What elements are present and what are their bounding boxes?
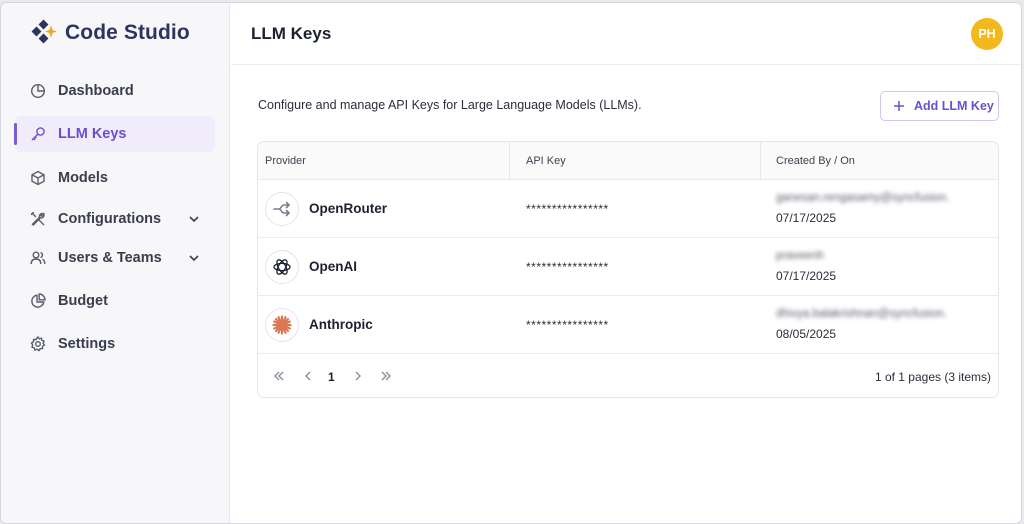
prev-page-button[interactable] xyxy=(298,366,318,386)
last-page-button[interactable] xyxy=(376,366,396,386)
app-name: Code Studio xyxy=(65,21,190,44)
created-on: 07/17/2025 xyxy=(776,211,837,225)
provider-name: Anthropic xyxy=(309,317,373,332)
next-page-button[interactable] xyxy=(348,366,368,386)
pager: 1 1 of 1 pages (3 items) xyxy=(258,354,998,397)
openrouter-icon xyxy=(265,192,299,226)
dashboard-icon xyxy=(30,83,46,99)
app-window: Code Studio Dashboard LLM Keys Models Co… xyxy=(0,2,1022,524)
sidebar-item-users-teams[interactable]: Users & Teams xyxy=(15,240,215,276)
openai-icon xyxy=(265,250,299,284)
gear-icon xyxy=(30,336,46,352)
key-icon xyxy=(30,126,46,142)
column-header-api-key[interactable]: API Key xyxy=(526,142,566,180)
chevron-down-icon xyxy=(189,216,199,223)
provider-name: OpenAI xyxy=(309,259,358,274)
created-on: 07/17/2025 xyxy=(776,269,837,283)
chevrons-left-icon xyxy=(274,371,284,381)
created-by: praveenh xyxy=(776,250,824,262)
sidebar-item-configurations[interactable]: Configurations xyxy=(15,201,215,237)
users-icon xyxy=(30,250,46,266)
sidebar-item-llm-keys[interactable]: LLM Keys xyxy=(14,116,215,152)
table-header: Provider API Key Created By / On xyxy=(258,142,998,180)
chevron-down-icon xyxy=(189,255,199,262)
sidebar-item-label: Dashboard xyxy=(58,83,134,99)
created-on: 08/05/2025 xyxy=(776,327,837,341)
table-row[interactable]: Anthropic **************** dhivya.balakr… xyxy=(258,296,998,354)
created-by: ganesan.rengasamy@syncfusion. xyxy=(776,192,950,204)
cube-icon xyxy=(30,170,46,186)
table-row[interactable]: OpenRouter **************** ganesan.reng… xyxy=(258,180,998,238)
avatar[interactable]: PH xyxy=(971,18,1003,50)
sidebar-item-label: Settings xyxy=(58,336,116,352)
code-studio-logo-icon xyxy=(31,19,57,44)
sidebar-item-label: LLM Keys xyxy=(58,126,127,142)
created-by: dhivya.balakrishnan@syncfusion. xyxy=(776,308,947,320)
current-page[interactable]: 1 xyxy=(328,370,335,384)
api-key-masked: **************** xyxy=(526,260,609,274)
sidebar-item-settings[interactable]: Settings xyxy=(15,326,215,362)
sidebar-item-label: Configurations xyxy=(58,211,162,227)
sidebar-item-budget[interactable]: Budget xyxy=(15,283,215,319)
sidebar-item-label: Budget xyxy=(58,293,108,309)
main-content: LLM Keys PH Configure and manage API Key… xyxy=(231,3,1021,523)
column-divider xyxy=(760,142,761,180)
page-title: LLM Keys xyxy=(251,24,332,43)
page-description: Configure and manage API Keys for Large … xyxy=(258,98,642,112)
chevron-right-icon xyxy=(355,371,361,381)
brand[interactable]: Code Studio xyxy=(29,19,190,47)
column-header-provider[interactable]: Provider xyxy=(265,142,306,180)
add-llm-key-label: Add LLM Key xyxy=(914,99,994,113)
chevron-left-icon xyxy=(305,371,311,381)
chevrons-right-icon xyxy=(381,371,391,381)
table-row[interactable]: OpenAI **************** praveenh 07/17/2… xyxy=(258,238,998,296)
provider-name: OpenRouter xyxy=(309,201,388,216)
sidebar-item-models[interactable]: Models xyxy=(15,160,215,196)
sidebar: Code Studio Dashboard LLM Keys Models Co… xyxy=(1,3,230,523)
column-divider xyxy=(509,142,510,180)
plus-icon xyxy=(894,101,904,111)
sidebar-item-label: Users & Teams xyxy=(58,250,162,266)
page-header: LLM Keys PH xyxy=(231,3,1021,65)
column-header-created[interactable]: Created By / On xyxy=(776,142,855,180)
add-llm-key-button[interactable]: Add LLM Key xyxy=(880,91,999,121)
sidebar-item-dashboard[interactable]: Dashboard xyxy=(15,73,215,109)
llm-keys-table: Provider API Key Created By / On OpenRou… xyxy=(257,141,999,398)
tools-icon xyxy=(30,211,46,227)
pie-chart-icon xyxy=(30,293,46,309)
first-page-button[interactable] xyxy=(269,366,289,386)
api-key-masked: **************** xyxy=(526,318,609,332)
anthropic-icon xyxy=(265,308,299,342)
api-key-masked: **************** xyxy=(526,202,609,216)
pager-info: 1 of 1 pages (3 items) xyxy=(874,370,991,384)
sidebar-item-label: Models xyxy=(58,170,108,186)
